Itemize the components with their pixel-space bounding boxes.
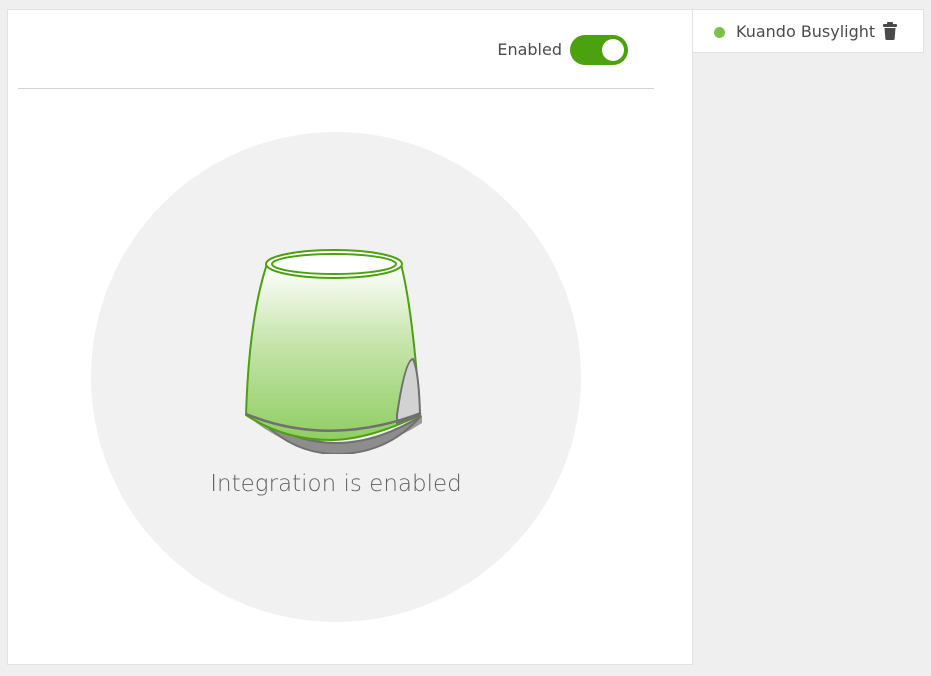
integration-list: Kuando Busylight bbox=[693, 9, 924, 53]
trash-icon bbox=[883, 22, 897, 40]
enabled-toggle[interactable] bbox=[570, 35, 628, 65]
integration-panel: Enabled Integration is enabled bbox=[7, 9, 693, 665]
status-dot bbox=[714, 26, 725, 38]
busylight-device-icon bbox=[245, 249, 422, 454]
divider bbox=[18, 88, 654, 89]
delete-button[interactable] bbox=[881, 21, 899, 41]
enabled-label: Enabled bbox=[497, 40, 562, 59]
toggle-knob bbox=[602, 39, 624, 61]
integration-name: Kuando Busylight bbox=[736, 22, 876, 41]
status-circle: Integration is enabled bbox=[91, 132, 581, 622]
integration-list-item[interactable]: Kuando Busylight bbox=[693, 10, 924, 54]
integration-status-text: Integration is enabled bbox=[210, 471, 462, 497]
enabled-toggle-row: Enabled bbox=[497, 35, 628, 65]
